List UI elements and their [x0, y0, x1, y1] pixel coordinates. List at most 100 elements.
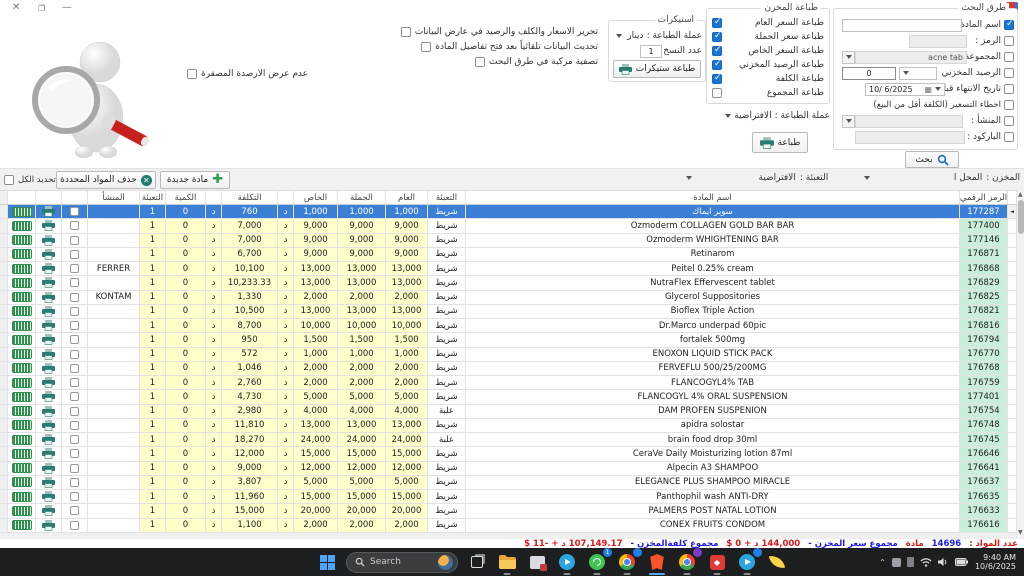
store-dropdown-icon[interactable]: [864, 176, 870, 180]
battery-icon[interactable]: [955, 558, 968, 566]
printer-icon[interactable]: [42, 505, 55, 516]
printer-icon[interactable]: [42, 448, 55, 459]
printer-icon[interactable]: [42, 463, 55, 474]
table-row[interactable]: 10د15,000د20,00020,00020,000شريطPALMERS …: [0, 504, 1016, 518]
table-row[interactable]: 10د11,810د13,00013,00013,000شريطapidra s…: [0, 419, 1016, 433]
print-total-checkbox[interactable]: [712, 88, 722, 98]
table-row[interactable]: 10د4,730د5,0005,0005,000شريطFLANCOGYL 4%…: [0, 390, 1016, 404]
lightshot-button[interactable]: [765, 550, 789, 574]
row-checkbox[interactable]: [70, 449, 79, 458]
printer-icon[interactable]: [42, 477, 55, 488]
barcode-icon[interactable]: [12, 306, 32, 316]
row-checkbox[interactable]: [70, 264, 79, 273]
row-checkbox[interactable]: [70, 350, 79, 359]
barcode-icon[interactable]: [12, 221, 32, 231]
print-currency-dropdown-icon[interactable]: [725, 114, 731, 118]
scroll-up-icon[interactable]: ▲: [1018, 192, 1024, 198]
printer-icon[interactable]: [42, 277, 55, 288]
taskbar-clock[interactable]: 9:40 AM 10/6/2025: [975, 553, 1016, 571]
printer-icon[interactable]: [42, 320, 55, 331]
stock-balance-checkbox[interactable]: [1004, 68, 1014, 78]
barcode-icon[interactable]: [12, 278, 32, 288]
wifi-icon[interactable]: [920, 557, 932, 567]
table-row[interactable]: 10د7,000د9,0009,0009,000شريطOzmoderm COL…: [0, 219, 1016, 233]
table-row[interactable]: 10د572د1,0001,0001,000شريطENOXON LIQUID …: [0, 348, 1016, 362]
packing-combo[interactable]: الافتراضية: [686, 173, 796, 183]
chrome-button[interactable]: [615, 550, 639, 574]
printer-icon[interactable]: [42, 434, 55, 445]
browser-profile-button[interactable]: [675, 550, 699, 574]
origin-dropdown-icon[interactable]: [842, 115, 855, 128]
print-currency-combo[interactable]: الافتراضية: [734, 111, 771, 121]
table-scrollbar[interactable]: ▲ ▼: [1016, 190, 1024, 538]
table-row[interactable]: 10د950د1,5001,5001,500شريطfortalek 500mg…: [0, 333, 1016, 347]
material-name-input[interactable]: [842, 19, 962, 32]
printer-icon[interactable]: [42, 391, 55, 402]
table-row[interactable]: 10د11,960د15,00015,00015,000شريطPanthoph…: [0, 490, 1016, 504]
compound-filter-checkbox[interactable]: [475, 57, 485, 67]
table-row[interactable]: 10د2,760د2,0002,0002,000شريطFLANCOGYL4% …: [0, 376, 1016, 390]
printer-icon[interactable]: [42, 349, 55, 360]
row-checkbox[interactable]: [70, 307, 79, 316]
file-explorer-button[interactable]: [495, 550, 519, 574]
header-name[interactable]: اسم المادة: [466, 191, 960, 204]
barcode-icon[interactable]: [12, 392, 32, 402]
telegram-button[interactable]: [555, 550, 579, 574]
header-general[interactable]: العام: [386, 191, 428, 204]
row-checkbox[interactable]: [70, 278, 79, 287]
restore-button[interactable]: ❐: [38, 4, 45, 14]
print-wholesale-checkbox[interactable]: [712, 32, 722, 42]
barcode-checkbox[interactable]: [1004, 132, 1014, 142]
task-view-button[interactable]: [465, 550, 489, 574]
table-row[interactable]: 10د18,270د24,00024,00024,000علبةbrain fo…: [0, 433, 1016, 447]
brave-button[interactable]: [645, 550, 669, 574]
barcode-icon[interactable]: [12, 449, 32, 459]
code-checkbox[interactable]: [1004, 36, 1014, 46]
printer-icon[interactable]: [42, 249, 55, 260]
code-input[interactable]: [909, 35, 967, 48]
barcode-icon[interactable]: [12, 477, 32, 487]
edit-prices-checkbox[interactable]: [401, 27, 411, 37]
row-checkbox[interactable]: [70, 207, 79, 216]
barcode-icon[interactable]: [12, 249, 32, 259]
hide-zero-checkbox[interactable]: [187, 69, 197, 79]
header-fill[interactable]: التعبئة: [140, 191, 166, 204]
pricing-errors-checkbox[interactable]: [1004, 100, 1014, 110]
group-checkbox[interactable]: [1004, 52, 1014, 62]
printer-icon[interactable]: [42, 220, 55, 231]
calendar-icon[interactable]: ▦: [924, 85, 932, 94]
header-pack[interactable]: التعبئة: [428, 191, 466, 204]
row-checkbox[interactable]: [70, 236, 79, 245]
tray-expand-icon[interactable]: ⌃: [879, 558, 886, 567]
row-checkbox[interactable]: [70, 492, 79, 501]
table-row[interactable]: 10د3,807د5,0005,0005,000شريطELEGANCE PLU…: [0, 476, 1016, 490]
tray-app-icon[interactable]: [892, 558, 901, 567]
print-stock-checkbox[interactable]: [712, 60, 722, 70]
table-row[interactable]: 10د12,000د15,00015,00015,000شريطCeraVe D…: [0, 447, 1016, 461]
printer-icon[interactable]: [42, 306, 55, 317]
option-auto-refresh[interactable]: تحديث البيانات تلقائياً بعد فتح تفاصيل ا…: [390, 41, 598, 53]
barcode-icon[interactable]: [12, 406, 32, 416]
material-name-checkbox[interactable]: [1004, 20, 1014, 30]
barcode-icon[interactable]: [12, 420, 32, 430]
telegram-2-button[interactable]: [735, 550, 759, 574]
select-all-option[interactable]: تحديد الكل: [4, 174, 50, 186]
barcode-icon[interactable]: [12, 264, 32, 274]
sticker-currency-dropdown-icon[interactable]: [616, 34, 622, 38]
printer-icon[interactable]: [42, 520, 55, 531]
delete-selected-button[interactable]: حذف المواد المحددة ✕: [56, 171, 156, 189]
row-checkbox[interactable]: [70, 364, 79, 373]
print-special-checkbox[interactable]: [712, 46, 722, 56]
stock-balance-input[interactable]: 0: [842, 67, 896, 80]
table-row[interactable]: 10د1,046د2,0002,0002,000شريطFERVEFLU 500…: [0, 362, 1016, 376]
header-origin[interactable]: المنشأ: [88, 191, 140, 204]
option-compound-filter[interactable]: تصفية مركبة في طرق البحث: [390, 56, 598, 68]
search-button[interactable]: بحث: [905, 151, 959, 168]
barcode-icon[interactable]: [12, 349, 32, 359]
row-checkbox[interactable]: [70, 506, 79, 515]
table-row[interactable]: 10د10,233.33د13,00013,00013,000شريطNutra…: [0, 276, 1016, 290]
minimize-button[interactable]: —: [62, 3, 72, 13]
table-row[interactable]: 10د8,700د10,00010,00010,000شريطDr.Marco …: [0, 319, 1016, 333]
print-stickers-button[interactable]: طباعة ستيكرات: [613, 60, 701, 78]
barcode-icon[interactable]: [12, 435, 32, 445]
